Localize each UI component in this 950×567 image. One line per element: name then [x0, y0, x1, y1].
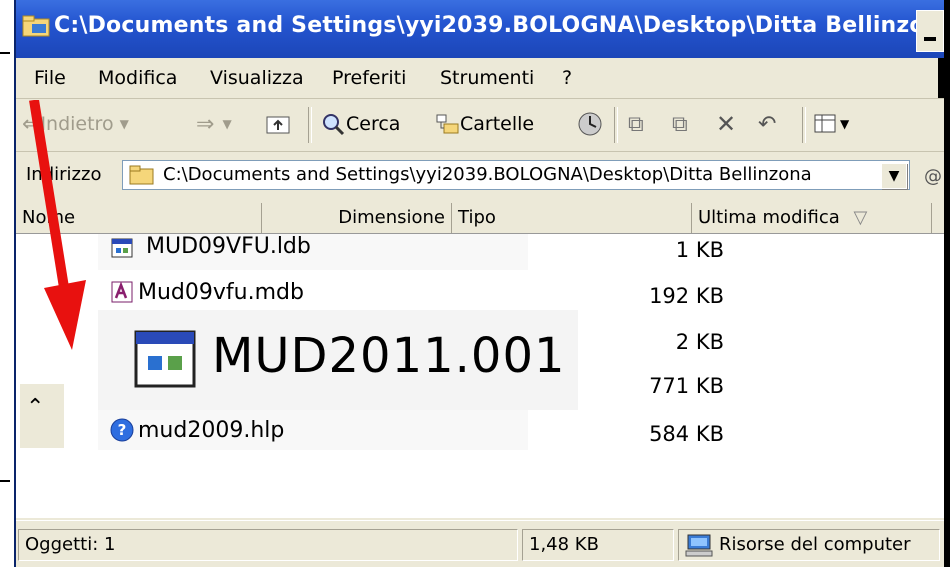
address-input[interactable]: C:\Documents and Settings\yyi2039.BOLOGN… — [122, 160, 910, 190]
address-bar: Indirizzo C:\Documents and Settings\yyi2… — [16, 152, 944, 198]
address-dropdown-button[interactable]: ▼ — [881, 163, 907, 189]
back-label: Indietro — [40, 113, 114, 135]
history-button[interactable] — [576, 109, 604, 139]
views-icon — [814, 114, 836, 133]
status-location: Risorse del computer — [678, 529, 940, 561]
status-location-label: Risorse del computer — [719, 534, 911, 555]
generic-file-icon — [134, 330, 196, 388]
chevron-down-icon: ▼ — [840, 117, 850, 131]
column-header-modified[interactable]: Ultima modifica ▽ — [692, 203, 932, 233]
file-name: MUD09VFU.ldb — [146, 234, 311, 259]
menu-file[interactable]: File — [34, 67, 66, 89]
toolbar-separator — [614, 107, 618, 143]
file-size: 1 KB — [675, 238, 724, 262]
chevron-down-icon: ▼ — [888, 168, 900, 184]
views-button[interactable]: ▼ — [814, 109, 849, 139]
up-folder-icon — [266, 116, 290, 134]
minimize-button[interactable] — [916, 10, 944, 52]
address-label: Indirizzo — [26, 164, 102, 185]
move-to-icon: ⧉ — [628, 111, 644, 137]
my-computer-icon — [685, 534, 713, 557]
sort-descending-icon: ▽ — [853, 207, 868, 228]
list-item[interactable]: MUD2011.001 — [98, 310, 578, 410]
file-size: 771 KB — [649, 374, 724, 398]
file-name: mud2009.hlp — [138, 418, 285, 443]
copy-to-icon: ⧉ — [672, 111, 688, 137]
delete-icon: ✕ — [716, 110, 737, 138]
minimize-icon — [924, 37, 936, 41]
menu-visualizza[interactable]: Visualizza — [210, 67, 304, 89]
back-arrow-icon: ⇐ — [22, 111, 41, 137]
list-item[interactable]: MUD09VFU.ldb — [98, 234, 528, 270]
screen-edge — [944, 0, 950, 567]
file-name: MUD2011.001 — [212, 328, 566, 384]
toolbar: ⇐ Indietro ▼ ⇒ ▼ Cerca Cartelle ⧉ ⧉ ✕ ↶ … — [16, 99, 944, 152]
status-objects: Oggetti: 1 — [18, 529, 518, 561]
access-db-icon — [111, 281, 133, 303]
file-size: 584 KB — [649, 422, 724, 446]
file-list: ⌃ MUD09VFU.ldb 1 KB Mud09vfu.mdb 192 KB — [16, 234, 944, 518]
status-bar: Oggetti: 1 1,48 KB Risorse del computer — [16, 520, 944, 567]
go-icon[interactable]: @ — [924, 166, 942, 187]
file-name: Mud09vfu.mdb — [138, 280, 304, 305]
ldb-file-icon — [111, 238, 133, 258]
column-header-name[interactable]: Nome — [16, 203, 262, 233]
status-size: 1,48 KB — [522, 529, 674, 561]
menu-help[interactable]: ? — [562, 67, 572, 89]
column-header-modified-label: Ultima modifica — [698, 207, 840, 228]
undo-button[interactable]: ↶ — [758, 109, 776, 139]
column-headers: Nome Dimensione Tipo Ultima modifica ▽ — [16, 203, 944, 234]
edge-mark — [0, 480, 10, 482]
up-folder-button[interactable] — [266, 109, 292, 139]
move-to-button[interactable]: ⧉ — [628, 109, 644, 139]
forward-button[interactable]: ⇒ ▼ — [196, 109, 232, 139]
history-icon — [578, 112, 602, 136]
address-value: C:\Documents and Settings\yyi2039.BOLOGN… — [163, 164, 812, 185]
file-size: 192 KB — [649, 284, 724, 308]
help-file-icon: ? — [110, 418, 134, 442]
menu-preferiti[interactable]: Preferiti — [332, 67, 406, 89]
toolbar-separator — [802, 107, 806, 143]
search-label: Cerca — [346, 113, 401, 135]
toolbar-separator — [308, 107, 312, 143]
menu-strumenti[interactable]: Strumenti — [440, 67, 534, 89]
folders-label: Cartelle — [460, 113, 535, 135]
menu-bar: File Modifica Visualizza Preferiti Strum… — [16, 58, 944, 99]
search-button[interactable]: Cerca — [320, 109, 400, 139]
menu-modifica[interactable]: Modifica — [98, 67, 177, 89]
search-icon — [323, 114, 345, 136]
svg-text:?: ? — [118, 421, 127, 439]
double-chevron-up-icon: ⌃ — [26, 395, 45, 420]
title-bar[interactable]: C:\Documents and Settings\yyi2039.BOLOGN… — [16, 0, 944, 58]
chevron-down-icon: ▼ — [222, 117, 232, 131]
file-size: 2 KB — [675, 330, 724, 354]
copy-to-button[interactable]: ⧉ — [672, 109, 688, 139]
background-window-edge — [0, 0, 14, 567]
undo-icon: ↶ — [758, 111, 777, 137]
back-button[interactable]: ⇐ Indietro ▼ — [22, 109, 129, 139]
explorer-window: C:\Documents and Settings\yyi2039.BOLOGN… — [14, 0, 944, 567]
folder-icon — [22, 15, 50, 37]
delete-button[interactable]: ✕ — [716, 109, 736, 139]
folders-icon — [436, 114, 459, 134]
collapse-button[interactable]: ⌃ — [20, 384, 64, 448]
edge-mark — [0, 52, 10, 54]
forward-arrow-icon: ⇒ — [196, 111, 215, 137]
window-title: C:\Documents and Settings\yyi2039.BOLOGN… — [54, 13, 944, 38]
folders-button[interactable]: Cartelle — [436, 109, 534, 139]
folder-icon — [129, 165, 154, 185]
column-header-size[interactable]: Dimensione — [262, 203, 452, 233]
list-item[interactable]: Mud09vfu.mdb — [98, 276, 528, 312]
list-item[interactable]: ? mud2009.hlp — [98, 410, 528, 450]
column-header-type[interactable]: Tipo — [452, 203, 692, 233]
chevron-down-icon: ▼ — [119, 117, 129, 131]
